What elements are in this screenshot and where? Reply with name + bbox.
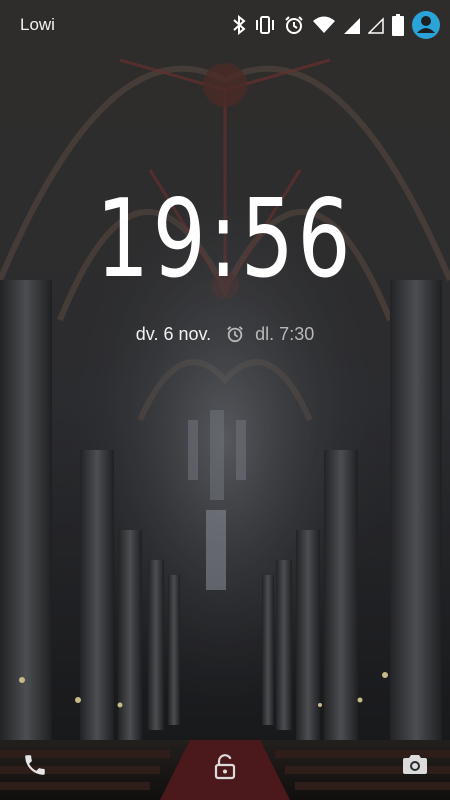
date-alarm-row: dv. 6 nov. dl. 7:30 (0, 323, 450, 348)
alarm-icon (284, 15, 304, 35)
user-avatar-icon[interactable] (412, 11, 440, 39)
camera-icon[interactable] (402, 752, 428, 781)
wifi-icon (312, 15, 336, 35)
status-bar: Lowi (0, 0, 450, 50)
signal-icon (344, 16, 360, 34)
battery-icon (392, 14, 404, 36)
bluetooth-icon (232, 15, 246, 35)
phone-icon[interactable] (22, 752, 48, 783)
signal-empty-icon (368, 16, 384, 34)
wallpaper-cathedral (0, 0, 450, 800)
alarm-clock-icon (226, 325, 244, 348)
status-icons (224, 9, 440, 41)
lockscreen-clock: 19:56 (0, 186, 450, 294)
carrier-label: Lowi (20, 15, 55, 34)
date-label: dv. 6 nov. (135, 324, 212, 344)
next-alarm-label: dl. 7:30 (255, 324, 315, 344)
clock-time: 19:56 (96, 177, 354, 302)
unlock-icon[interactable] (213, 754, 237, 785)
vibrate-icon (254, 15, 276, 35)
